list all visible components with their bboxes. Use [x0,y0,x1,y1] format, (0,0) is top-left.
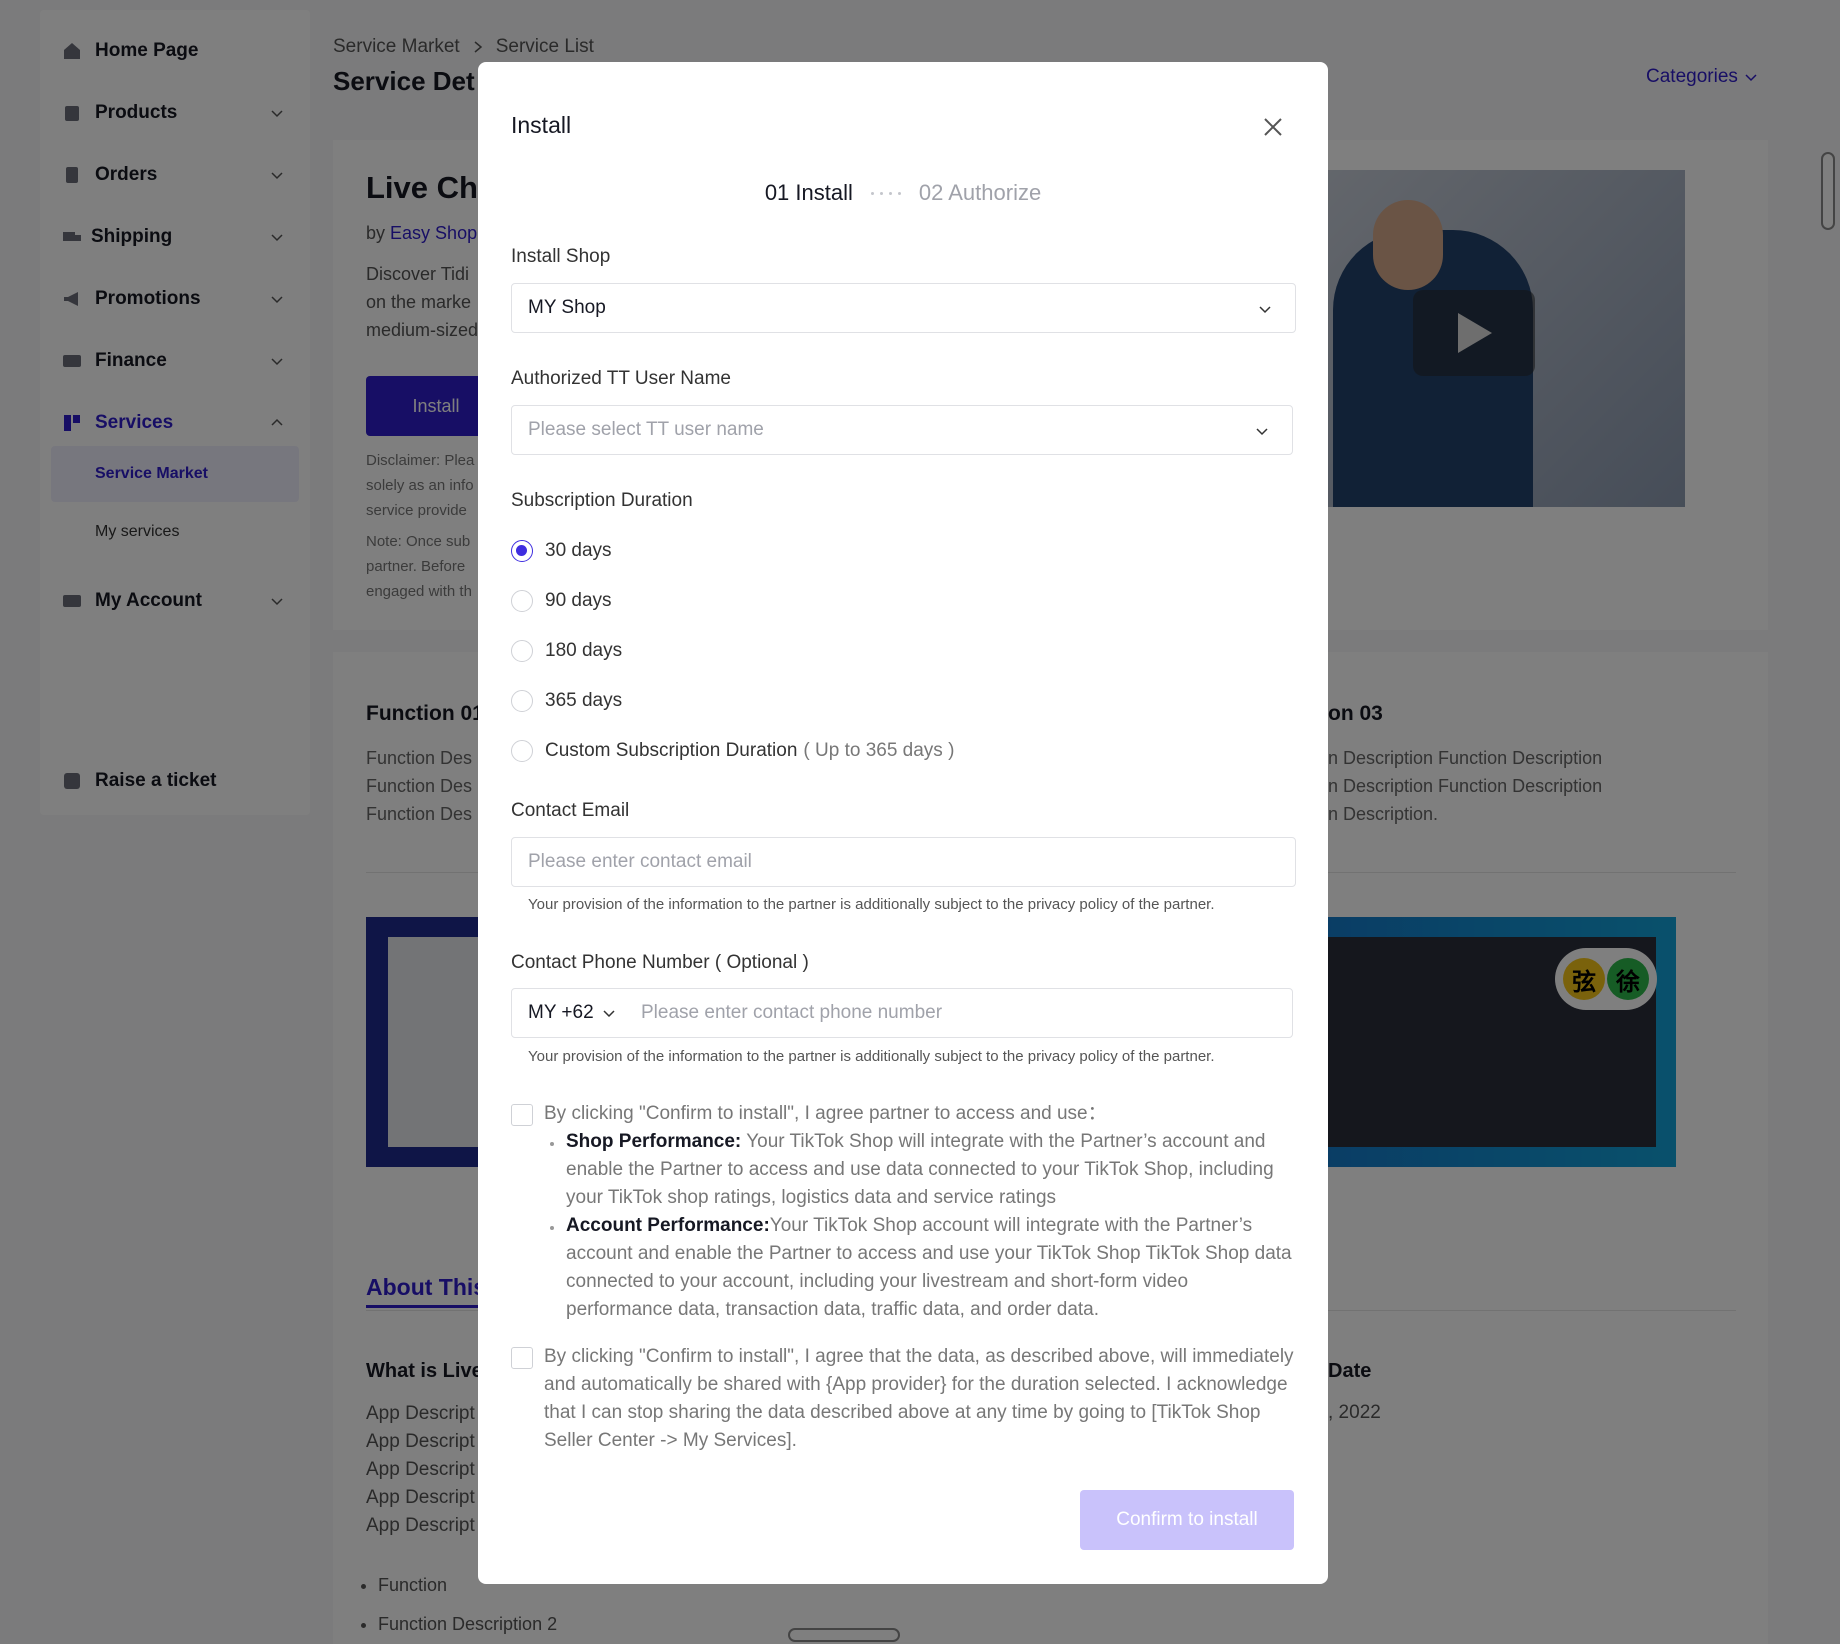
agree-access-checkbox[interactable] [511,1104,533,1126]
close-icon[interactable] [1258,112,1288,142]
account-performance-title: Account Performance: [566,1215,770,1236]
tt-user-placeholder: Please select TT user name [528,419,764,440]
radio-label: 90 days [545,590,612,611]
install-shop-select[interactable]: MY Shop [511,283,1296,333]
agree-access-text: By clicking "Confirm to install", I agre… [544,1103,1107,1124]
confirm-install-button[interactable]: Confirm to install [1080,1490,1294,1550]
radio[interactable] [511,590,533,612]
email-field[interactable]: Please enter contact email [511,837,1296,887]
account-performance-item: Account Performance:Your TikTok Shop acc… [550,1212,1296,1324]
modal-title: Install [511,112,572,138]
custom-duration-hint: ( Up to 365 days ) [803,740,955,761]
radio-checked[interactable] [511,540,533,562]
chevron-down-icon [603,1010,615,1018]
agree-share-text: By clicking "Confirm to install", I agre… [544,1346,1294,1451]
agree-share-checkbox[interactable] [511,1347,533,1369]
step-dots [870,191,901,195]
tt-user-select[interactable]: Please select TT user name [511,405,1293,455]
country-code-value: MY +62 [528,1002,594,1023]
radio-label: Custom Subscription Duration [545,740,798,761]
shop-performance-title: Shop Performance: [566,1131,742,1152]
chevron-down-icon [1256,428,1268,436]
duration-label: Subscription Duration [511,490,693,511]
duration-option-180[interactable]: 180 days [511,636,622,666]
duration-option-365[interactable]: 365 days [511,686,622,716]
privacy-note: Your provision of the information to the… [528,1048,1215,1065]
duration-option-custom[interactable]: Custom Subscription Duration ( Up to 365… [511,736,954,766]
install-modal: Install 01 Install 02 Authorize Install … [478,62,1328,1584]
duration-option-30[interactable]: 30 days [511,536,612,566]
email-placeholder: Please enter contact email [528,851,752,872]
phone-field[interactable]: MY +62 Please enter contact phone number [511,988,1293,1038]
email-label: Contact Email [511,800,630,821]
step-install: 01 Install [764,180,853,205]
radio-label: 365 days [545,690,623,711]
radio[interactable] [511,690,533,712]
country-code-select[interactable]: MY +62 [528,1002,616,1024]
phone-placeholder: Please enter contact phone number [641,1002,943,1023]
radio-label: 180 days [545,640,623,661]
stepper: 01 Install 02 Authorize [478,180,1328,206]
install-shop-value: MY Shop [528,297,606,318]
install-shop-label: Install Shop [511,246,611,267]
radio-label: 30 days [545,540,612,561]
step-authorize: 02 Authorize [918,180,1042,205]
shop-performance-item: Shop Performance: Your TikTok Shop will … [550,1128,1296,1212]
phone-label: Contact Phone Number ( Optional ) [511,952,809,973]
duration-option-90[interactable]: 90 days [511,586,612,616]
radio[interactable] [511,740,533,762]
radio[interactable] [511,640,533,662]
privacy-note: Your provision of the information to the… [528,896,1215,913]
tt-user-label: Authorized TT User Name [511,368,731,389]
chevron-down-icon [1259,306,1271,314]
